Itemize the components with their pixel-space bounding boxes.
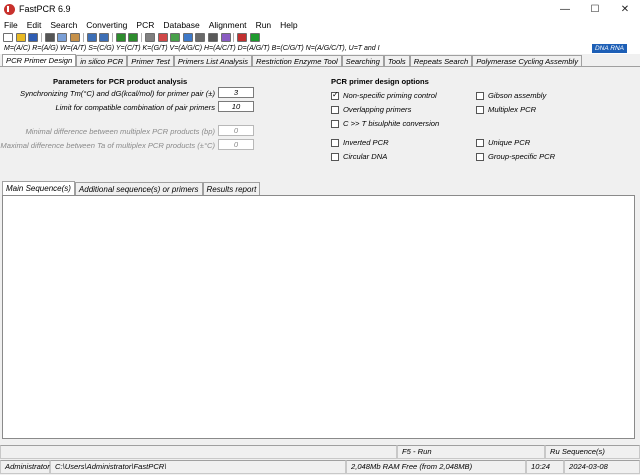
sequence-tabs: Main Sequence(s) Additional sequence(s) … (2, 181, 261, 195)
redo-icon[interactable] (128, 32, 139, 42)
menu-run[interactable]: Run (256, 20, 272, 30)
tab-results-report[interactable]: Results report (202, 182, 261, 195)
toolbar (0, 31, 640, 43)
sync-tm-field[interactable]: 3 (218, 87, 254, 98)
multiplex-pcr-checkbox[interactable]: Multiplex PCR (476, 105, 536, 114)
toolbar-separator (111, 32, 113, 42)
status-message-panel (0, 445, 397, 459)
toolbar-separator (140, 32, 142, 42)
maximize-button[interactable]: ☐ (580, 0, 610, 18)
group-specific-pcr-checkbox[interactable]: Group-specific PCR (476, 152, 555, 161)
unique-pcr-checkbox[interactable]: Unique PCR (476, 138, 530, 147)
run-sequences-panel: Ru Sequence(s) (545, 445, 640, 459)
checkbox-box[interactable] (476, 138, 484, 147)
report-icon[interactable] (182, 32, 193, 42)
run-icon[interactable] (249, 32, 260, 42)
save-icon[interactable] (28, 32, 39, 42)
status-date: 2024-03-08 (564, 460, 640, 474)
min-multiplex-diff-field[interactable]: 0 (218, 125, 254, 136)
toolbar-separator (233, 32, 235, 42)
paste-icon[interactable] (69, 32, 80, 42)
chart-icon[interactable] (157, 32, 168, 42)
max-ta-diff-label: Maximal difference between Ta of multipl… (0, 141, 215, 150)
toolbar-separator (40, 32, 42, 42)
cut-icon[interactable] (44, 32, 55, 42)
status-path: C:\Users\Administrator\FastPCR\ (50, 460, 346, 474)
sequence-icon[interactable] (144, 32, 155, 42)
fastpcr-logo-icon (4, 3, 15, 15)
overlapping-primers-checkbox[interactable]: Overlapping primers (331, 105, 411, 114)
status-bar-top: F5 - Run Ru Sequence(s) (0, 445, 640, 459)
status-user: Administrator (0, 460, 50, 474)
limit-pairs-label: Limit for compatible combination of pair… (55, 103, 215, 112)
limit-pairs-field[interactable]: 10 (218, 101, 254, 112)
window-title: FastPCR 6.9 (19, 4, 71, 14)
min-multiplex-diff-label: Minimal difference between multiplex PCR… (25, 127, 215, 136)
menu-search[interactable]: Search (50, 20, 77, 30)
status-time: 10:24 (526, 460, 564, 474)
tab-additional-sequences[interactable]: Additional sequence(s) or primers (74, 182, 203, 195)
menu-file[interactable]: File (4, 20, 18, 30)
status-ram: 2,048Mb RAM Free (from 2,048MB) (346, 460, 526, 474)
gibson-assembly-checkbox[interactable]: Gibson assembly (476, 91, 546, 100)
checkbox-box[interactable] (476, 91, 484, 100)
menu-edit[interactable]: Edit (27, 20, 42, 30)
find-icon[interactable] (86, 32, 97, 42)
checkbox-box[interactable] (331, 138, 339, 147)
menu-pcr[interactable]: PCR (136, 20, 154, 30)
status-bar-bottom: Administrator C:\Users\Administrator\Fas… (0, 460, 640, 475)
sequence-editor[interactable] (2, 195, 635, 439)
non-specific-priming-checkbox[interactable]: Non-specific priming control (331, 90, 437, 100)
checkbox-box[interactable] (331, 90, 339, 100)
title-bar: FastPCR 6.9 — ☐ ✕ (0, 0, 640, 18)
tab-divider (0, 66, 640, 67)
close-button[interactable]: ✕ (610, 0, 640, 18)
find-next-icon[interactable] (99, 32, 110, 42)
params-section-title: Parameters for PCR product analysis (53, 77, 188, 86)
open-folder-icon[interactable] (15, 32, 26, 42)
inverted-pcr-checkbox[interactable]: Inverted PCR (331, 138, 389, 147)
bisulphite-conversion-checkbox[interactable]: C >> T bisulphite conversion (331, 119, 439, 128)
iupac-codes-text: M=(A/C) R=(A/G) W=(A/T) S=(C/G) Y=(C/T) … (4, 45, 380, 52)
image-icon[interactable] (170, 32, 181, 42)
menu-database[interactable]: Database (163, 20, 199, 30)
tab-main-sequences[interactable]: Main Sequence(s) (2, 181, 75, 195)
settings-icon[interactable] (220, 32, 231, 42)
max-ta-diff-field[interactable]: 0 (218, 139, 254, 150)
undo-icon[interactable] (115, 32, 126, 42)
minimize-button[interactable]: — (550, 0, 580, 18)
primer-icon[interactable] (237, 32, 248, 42)
new-file-icon[interactable] (3, 32, 13, 42)
checkbox-box[interactable] (476, 152, 484, 161)
toolbar-separator (82, 32, 84, 42)
menu-bar: File Edit Search Converting PCR Database… (0, 18, 640, 31)
run-hint: F5 - Run (397, 445, 545, 459)
menu-help[interactable]: Help (280, 20, 297, 30)
window-controls: — ☐ ✕ (550, 0, 640, 18)
dna-rna-badge[interactable]: DNA RNA (591, 44, 627, 53)
checkbox-box[interactable] (331, 105, 339, 114)
calculator-icon[interactable] (195, 32, 206, 42)
menu-converting[interactable]: Converting (86, 20, 127, 30)
circular-dna-checkbox[interactable]: Circular DNA (331, 152, 387, 161)
print-icon[interactable] (207, 32, 218, 42)
sync-tm-label: Synchronizing Tm(°C) and dG(kcal/mol) fo… (20, 89, 215, 98)
checkbox-box[interactable] (331, 119, 339, 128)
options-section-title: PCR primer design options (331, 77, 429, 86)
iupac-codes-bar: M=(A/C) R=(A/G) W=(A/T) S=(C/G) Y=(C/T) … (0, 43, 640, 54)
menu-alignment[interactable]: Alignment (209, 20, 247, 30)
copy-icon[interactable] (57, 32, 68, 42)
checkbox-box[interactable] (331, 152, 339, 161)
checkbox-box[interactable] (476, 105, 484, 114)
